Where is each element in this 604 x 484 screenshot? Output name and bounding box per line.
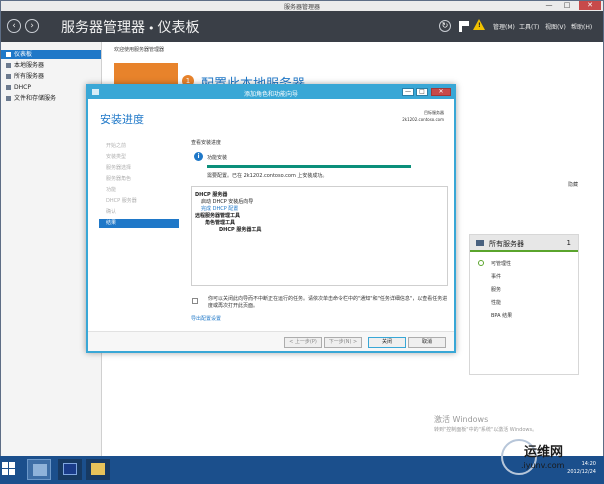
install-status-text: 需要配置。已在 2k1202.contoso.com 上安装成功。 <box>207 173 328 179</box>
tile-count: 1 <box>566 239 571 247</box>
breadcrumb-page: 仪表板 <box>157 20 200 36</box>
step-before-you-begin: 开始之前 <box>106 143 127 149</box>
windows-start-icon[interactable] <box>2 462 16 476</box>
tile-row-services[interactable]: 服务 <box>491 286 501 293</box>
info-icon: i <box>194 152 203 161</box>
next-button[interactable]: 下一步(N) > <box>324 337 362 348</box>
tile-header: 所有服务器 1 <box>470 235 578 252</box>
sidebar-item-label: 所有服务器 <box>14 73 45 80</box>
sidebar-item-all-servers[interactable]: 所有服务器 <box>1 72 101 81</box>
dialog-title: 添加角色和功能向导 <box>243 91 298 98</box>
menu-tools[interactable]: 工具(T) <box>519 22 539 31</box>
dialog-minimize-button[interactable]: — <box>402 88 414 96</box>
step-confirmation: 确认 <box>106 209 117 215</box>
warning-mark: ! <box>478 22 481 29</box>
back-arrow-icon[interactable]: ‹ <box>7 19 21 33</box>
app-header: ‹ › 服务器管理器 • 仪表板 ↻ ! 管理(M) 工具(T) 视图(V) 帮助(… <box>1 11 603 42</box>
step-features: 功能 <box>106 187 117 193</box>
forward-arrow-icon[interactable]: › <box>25 19 39 33</box>
dhcp-icon <box>6 85 11 90</box>
add-roles-wizard-dialog: 添加角色和功能向导 — □ ✕ 安装进度 目标服务器 2k1202.contos… <box>86 84 456 353</box>
activation-subtitle: 转到"控制面板"中的"系统"以激活 Windows。 <box>434 427 538 433</box>
taskbar-server-manager[interactable] <box>27 459 51 480</box>
sidebar-item-dashboard[interactable]: 仪表板 <box>1 50 101 59</box>
menu-manage[interactable]: 管理(M) <box>493 22 515 31</box>
minimize-button[interactable]: — <box>541 1 557 10</box>
wizard-heading: 安装进度 <box>100 113 144 126</box>
dialog-maximize-button[interactable]: □ <box>416 88 428 96</box>
step-installation-type: 安装类型 <box>106 154 127 160</box>
server-icon <box>6 63 11 68</box>
close-wizard-button[interactable]: 关闭 <box>368 337 406 348</box>
sidebar-item-label: 仪表板 <box>14 51 33 58</box>
close-button[interactable]: ✕ <box>579 1 601 10</box>
complete-dhcp-config-link[interactable]: 完成 DHCP 配置 <box>201 205 238 212</box>
welcome-label: 欢迎使用服务器管理器 <box>114 47 165 53</box>
view-progress-label: 查看安装进度 <box>191 140 222 146</box>
tile-title: 所有服务器 <box>489 240 524 248</box>
tile-row-performance[interactable]: 性能 <box>491 299 501 306</box>
step-server-roles: 服务器角色 <box>106 176 132 182</box>
tile-row-events[interactable]: 事件 <box>491 273 501 280</box>
step-results-active[interactable]: 结果 <box>99 219 179 228</box>
maximize-button[interactable]: □ <box>559 1 575 10</box>
watermark-text: 运维网 <box>524 445 564 460</box>
step-dhcp-server: DHCP 服务器 <box>106 198 137 204</box>
result-dhcp-server: DHCP 服务器 <box>195 192 228 198</box>
window-titlebar: 服务器管理器 — □ ✕ <box>1 1 603 11</box>
close-wizard-note: 你可以关闭此向导而不中断正在运行的任务。请依次单击命令栏中的"通知"和"任务详细… <box>208 296 448 309</box>
destination-server-label: 目标服务器 <box>424 110 444 115</box>
activation-title: 激活 Windows <box>434 415 489 424</box>
servers-icon <box>476 240 484 246</box>
powershell-icon <box>63 463 77 475</box>
taskbar-file-explorer[interactable] <box>86 459 110 480</box>
step-server-selection: 服务器选择 <box>106 165 132 171</box>
destination-server-value: 2k1202.contoso.com <box>402 117 444 122</box>
result-launch-wizard: 启动 DHCP 安装后向导 <box>201 199 254 205</box>
tile-row-manageability[interactable]: 可管理性 <box>491 260 511 267</box>
flag-icon <box>192 298 198 304</box>
check-circle-icon <box>478 260 484 266</box>
progress-bar <box>207 165 411 168</box>
sidebar-item-label: 文件和存储服务 <box>14 95 57 102</box>
progress-label: 功能安装 <box>207 155 228 161</box>
breadcrumb: 服务器管理器 • 仪表板 <box>61 17 200 37</box>
sidebar-item-label: DHCP <box>14 84 31 91</box>
result-dhcp-tools: DHCP 服务器工具 <box>219 227 262 233</box>
result-role-admin-tools: 角色管理工具 <box>205 220 236 226</box>
results-box: DHCP 服务器 启动 DHCP 安装后向导 完成 DHCP 配置 远程服务器管… <box>191 186 448 286</box>
previous-button[interactable]: < 上一步(P) <box>284 337 322 348</box>
dialog-close-button[interactable]: ✕ <box>431 88 451 96</box>
server-manager-icon <box>33 464 47 476</box>
sidebar-item-local-server[interactable]: 本地服务器 <box>1 61 101 70</box>
watermark-url: .iyunv.com <box>521 461 565 470</box>
refresh-icon[interactable]: ↻ <box>439 20 451 32</box>
window-title: 服务器管理器 <box>283 4 320 11</box>
menu-help[interactable]: 帮助(H) <box>571 22 592 31</box>
dashboard-icon <box>6 52 11 57</box>
result-rsat: 远程服务器管理工具 <box>195 213 241 219</box>
export-config-link[interactable]: 导出配置设置 <box>191 315 221 322</box>
breadcrumb-separator: • <box>148 22 155 35</box>
dialog-titlebar: 添加角色和功能向导 — □ ✕ <box>88 86 454 99</box>
dialog-button-bar: < 上一步(P) 下一步(N) > 关闭 取消 <box>88 331 454 351</box>
menu-view[interactable]: 视图(V) <box>545 22 566 31</box>
site-watermark-logo: 运维网 .iyunv.com <box>491 437 601 481</box>
hide-link[interactable]: 隐藏 <box>568 181 578 188</box>
tile-row-bpa[interactable]: BPA 结果 <box>491 312 512 319</box>
cancel-button[interactable]: 取消 <box>408 337 446 348</box>
storage-icon <box>6 96 11 101</box>
all-servers-tile[interactable]: 所有服务器 1 可管理性 事件 服务 性能 BPA 结果 <box>469 234 579 375</box>
progress-bar-fill <box>207 165 411 168</box>
breadcrumb-app: 服务器管理器 <box>61 20 145 36</box>
flag-pennant <box>462 21 469 26</box>
folder-icon <box>91 463 105 475</box>
taskbar-powershell[interactable] <box>58 459 82 480</box>
sidebar-item-label: 本地服务器 <box>14 62 45 69</box>
servers-icon <box>6 74 11 79</box>
